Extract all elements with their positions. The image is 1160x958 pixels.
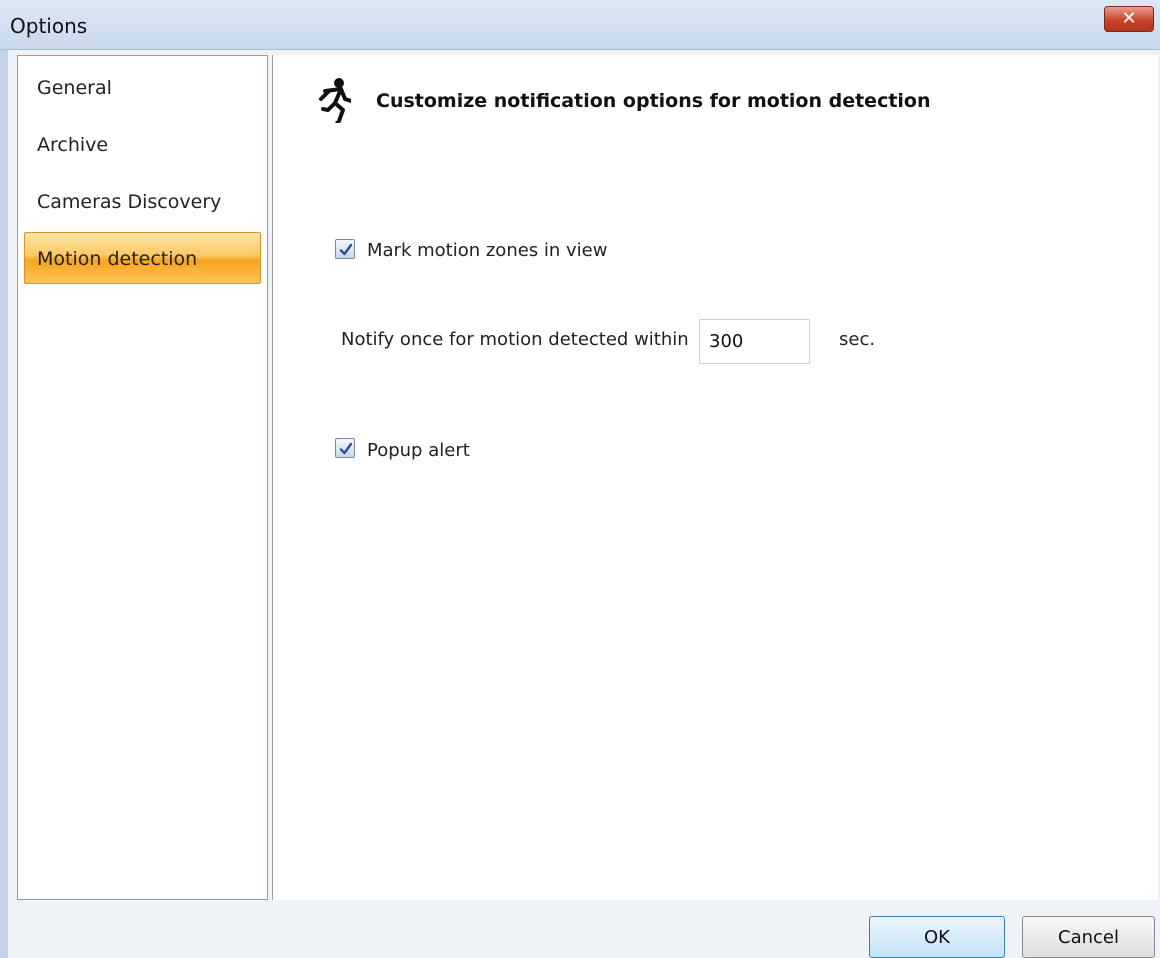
- cancel-button[interactable]: Cancel: [1022, 916, 1155, 958]
- close-button[interactable]: ✕: [1104, 6, 1154, 32]
- close-icon: ✕: [1121, 8, 1137, 29]
- sidebar-item-archive[interactable]: Archive: [24, 118, 261, 170]
- running-man-icon: [319, 78, 351, 123]
- dialog-button-bar: OK Cancel: [8, 900, 1160, 958]
- sidebar-item-motion-detection[interactable]: Motion detection: [24, 232, 261, 284]
- sidebar-item-label: General: [37, 77, 112, 99]
- notify-interval-input[interactable]: [699, 319, 810, 364]
- mark-motion-zones-checkbox[interactable]: [335, 239, 355, 259]
- checkmark-icon: [339, 442, 353, 455]
- options-content-panel: Customize notification options for motio…: [272, 55, 1158, 900]
- title-bar: Options ✕: [0, 0, 1160, 50]
- popup-alert-label: Popup alert: [367, 440, 470, 461]
- sidebar-item-cameras-discovery[interactable]: Cameras Discovery: [24, 175, 261, 227]
- window-title: Options: [10, 14, 88, 38]
- mark-motion-zones-label: Mark motion zones in view: [367, 240, 608, 261]
- sidebar-item-label: Archive: [37, 134, 109, 156]
- notify-interval-unit: sec.: [839, 329, 876, 350]
- options-sidebar: General Archive Cameras Discovery Motion…: [17, 55, 268, 900]
- checkmark-icon: [339, 243, 353, 256]
- popup-alert-checkbox[interactable]: [335, 438, 355, 458]
- sidebar-item-label: Cameras Discovery: [37, 191, 222, 213]
- page-title: Customize notification options for motio…: [376, 90, 931, 112]
- notify-interval-label: Notify once for motion detected within: [341, 329, 689, 350]
- ok-button[interactable]: OK: [869, 916, 1005, 958]
- sidebar-item-general[interactable]: General: [24, 61, 261, 113]
- sidebar-item-label: Motion detection: [37, 248, 198, 270]
